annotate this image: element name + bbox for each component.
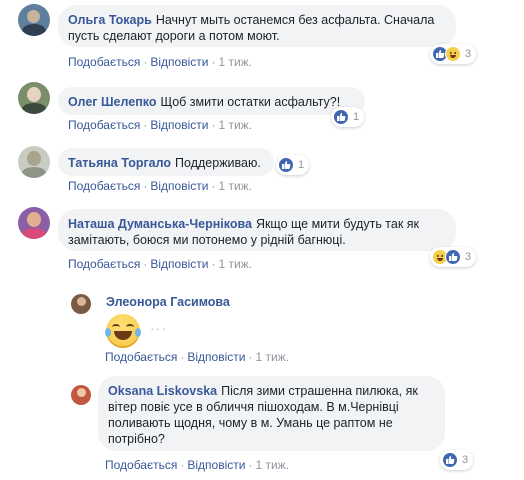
avatar[interactable] bbox=[18, 4, 50, 36]
avatar[interactable] bbox=[18, 207, 50, 239]
comment-actions: Подобається · Відповісти · 1 тиж. bbox=[68, 118, 253, 132]
reply-link[interactable]: Відповісти bbox=[150, 118, 208, 132]
like-link[interactable]: Подобається bbox=[68, 257, 140, 271]
reaction-summary[interactable]: 3 bbox=[430, 247, 477, 267]
like-reaction-icon bbox=[333, 109, 349, 125]
avatar[interactable] bbox=[71, 385, 91, 405]
reaction-count: 3 bbox=[465, 251, 472, 263]
comment-author[interactable]: Олег Шелепко bbox=[68, 95, 156, 109]
reply-actions: Подобається · Відповісти · 1 тиж. bbox=[105, 458, 290, 472]
laughing-tears-emoji-icon bbox=[105, 314, 141, 348]
timestamp[interactable]: 1 тиж. bbox=[255, 458, 289, 472]
comment-bubble: Татьяна Торгало Поддерживаю. bbox=[58, 148, 274, 176]
reply-link[interactable]: Відповісти bbox=[150, 55, 208, 69]
reply-author[interactable]: Элеонора Гасимова bbox=[106, 295, 230, 309]
timestamp[interactable]: 1 тиж. bbox=[218, 118, 252, 132]
like-reaction-icon bbox=[445, 249, 461, 265]
reply-link[interactable]: Відповісти bbox=[187, 350, 245, 364]
like-link[interactable]: Подобається bbox=[68, 55, 140, 69]
reply-link[interactable]: Відповісти bbox=[187, 458, 245, 472]
avatar[interactable] bbox=[71, 294, 91, 314]
haha-reaction-icon bbox=[445, 46, 461, 62]
reply-link[interactable]: Відповісти bbox=[150, 179, 208, 193]
comment-actions: Подобається · Відповісти · 1 тиж. bbox=[68, 179, 253, 193]
like-link[interactable]: Подобається bbox=[105, 350, 177, 364]
reaction-summary[interactable]: 1 bbox=[276, 155, 310, 175]
reply-actions: Подобається · Відповісти · 1 тиж. bbox=[105, 350, 290, 364]
reply-author[interactable]: Oksana Liskovska bbox=[108, 384, 217, 398]
comment-actions: Подобається · Відповісти · 1 тиж. bbox=[68, 55, 253, 69]
timestamp[interactable]: 1 тиж. bbox=[218, 55, 252, 69]
reaction-count: 3 bbox=[465, 48, 472, 60]
comment-actions: Подобається · Відповісти · 1 тиж. bbox=[68, 257, 253, 271]
comment-bubble: Ольга Токарь Начнут мыть останемся без ас… bbox=[58, 5, 456, 47]
reaction-count: 3 bbox=[462, 454, 469, 466]
comment-bubble: Олег Шелепко Щоб змити остатки асфальту?! bbox=[58, 87, 365, 115]
comment-author[interactable]: Наташа Думанська-Чернікова bbox=[68, 217, 252, 231]
reaction-summary[interactable]: 3 bbox=[440, 450, 474, 470]
like-reaction-icon bbox=[442, 452, 458, 468]
reply-link[interactable]: Відповісти bbox=[150, 257, 208, 271]
timestamp[interactable]: 1 тиж. bbox=[255, 350, 289, 364]
reaction-count: 1 bbox=[353, 111, 360, 123]
like-link[interactable]: Подобається bbox=[105, 458, 177, 472]
more-options-icon[interactable]: ··· bbox=[150, 320, 167, 336]
comment-bubble: Наташа Думанська-Чернікова Якщо ще мити б… bbox=[58, 209, 456, 251]
timestamp[interactable]: 1 тиж. bbox=[218, 257, 252, 271]
reaction-summary[interactable]: 3 bbox=[430, 44, 477, 64]
avatar[interactable] bbox=[18, 82, 50, 114]
like-link[interactable]: Подобається bbox=[68, 179, 140, 193]
reply-bubble: Oksana Liskovska Після зими страшенна пил… bbox=[98, 376, 445, 451]
timestamp[interactable]: 1 тиж. bbox=[218, 179, 252, 193]
reaction-count: 1 bbox=[298, 159, 305, 171]
avatar[interactable] bbox=[18, 146, 50, 178]
like-reaction-icon bbox=[278, 157, 294, 173]
like-link[interactable]: Подобається bbox=[68, 118, 140, 132]
reaction-summary[interactable]: 1 bbox=[331, 107, 365, 127]
comment-author[interactable]: Татьяна Торгало bbox=[68, 156, 171, 170]
comment-author[interactable]: Ольга Токарь bbox=[68, 13, 152, 27]
comment-text: Поддерживаю. bbox=[175, 156, 261, 170]
comment-text: Щоб змити остатки асфальту?! bbox=[160, 95, 341, 109]
